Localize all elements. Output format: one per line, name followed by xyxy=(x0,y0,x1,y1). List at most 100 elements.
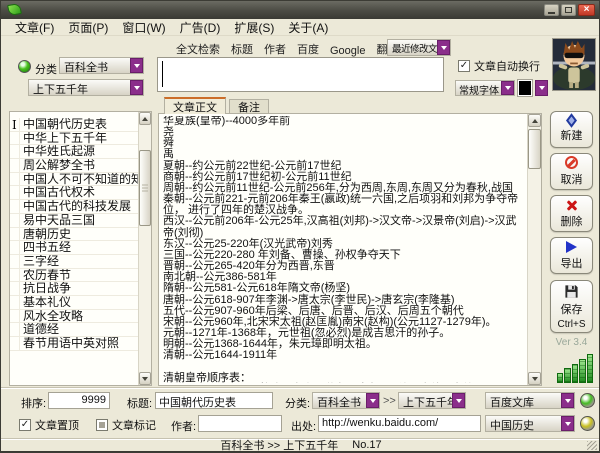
list-item[interactable]: 中华上下五千年 xyxy=(10,132,138,146)
article-body-editor[interactable]: 华夏族(皇帝)--4000多年前 尧 舜 禹 夏朝--约公元前22世纪-公元前1… xyxy=(158,113,542,386)
sort-input[interactable]: 9999 xyxy=(48,392,110,409)
list-scroll-thumb[interactable] xyxy=(139,150,151,226)
app-window: × 文章(F) 页面(P) 窗口(W) 广告(D) 扩展(S) 关于(A) 全文… xyxy=(0,0,600,453)
tab-note[interactable]: 备注 xyxy=(229,99,269,114)
article-list: 中国朝代历史表 中华上下五千年 中华姓氏起源 周公解梦全书 xyxy=(9,111,152,386)
font-dropdown[interactable]: 常规字体 xyxy=(455,80,515,96)
checkbox-checked-icon: ✓ xyxy=(19,419,31,431)
subcategory-dropdown[interactable]: 上下五千年 xyxy=(28,79,144,96)
title-input[interactable]: 中国朝代历史表 xyxy=(155,392,273,409)
article-line: 清朝--公元1644-1911年 xyxy=(163,350,525,361)
article-line: 西汉--公元前206年-公元25年,汉高祖(刘邦)->汉文帝->汉景帝(刘启)-… xyxy=(163,216,525,238)
list-item[interactable]: 中国朝代历史表 xyxy=(10,118,138,132)
app-leaf-icon xyxy=(7,3,22,16)
close-icon: × xyxy=(584,5,590,15)
scroll-up-icon[interactable] xyxy=(528,114,541,127)
title-label: 标题: xyxy=(127,395,152,411)
menu-bar: 文章(F) 页面(P) 窗口(W) 广告(D) 扩展(S) 关于(A) xyxy=(1,19,600,36)
url-input[interactable]: http://wenku.baidu.com/ xyxy=(318,415,481,432)
search-input[interactable] xyxy=(157,57,444,92)
editor-scrollbar[interactable] xyxy=(527,114,541,385)
list-item[interactable]: 中国人不可不知道的知识 xyxy=(10,173,138,187)
list-item[interactable]: 抗日战争 xyxy=(10,282,138,296)
autowrap-checkbox[interactable]: ✓ 文章自动换行 xyxy=(458,58,540,74)
minimize-button[interactable] xyxy=(544,4,559,16)
list-item[interactable]: 风水全攻略 xyxy=(10,310,138,324)
list-item[interactable]: 道德经 xyxy=(10,323,138,337)
list-item[interactable]: 易中天品三国 xyxy=(10,214,138,228)
category-dropdown[interactable]: 百科全书 xyxy=(59,57,144,74)
article-line: 禹 xyxy=(163,149,525,160)
menu-page[interactable]: 页面(P) xyxy=(62,18,114,37)
export-arrow-icon xyxy=(566,241,577,253)
scroll-down-icon[interactable] xyxy=(528,372,541,385)
list-item[interactable]: 四书五经 xyxy=(10,241,138,255)
chevron-down-icon[interactable] xyxy=(437,40,450,55)
menu-extension[interactable]: 扩展(S) xyxy=(228,18,280,37)
chevron-down-icon[interactable] xyxy=(561,393,574,408)
status-number: No.17 xyxy=(352,439,381,451)
list-item[interactable]: 农历春节 xyxy=(10,269,138,283)
tab-article-body[interactable]: 文章正文 xyxy=(164,97,226,114)
chevron-down-icon[interactable] xyxy=(452,393,465,408)
tag-dropdown[interactable]: 中国历史 xyxy=(485,415,575,432)
scroll-down-icon[interactable] xyxy=(139,372,151,385)
path-arrow: >> xyxy=(383,395,396,407)
list-item[interactable]: 周公解梦全书 xyxy=(10,159,138,173)
restore-button[interactable] xyxy=(561,4,576,16)
chevron-down-icon[interactable] xyxy=(130,80,143,95)
menu-window[interactable]: 窗口(W) xyxy=(116,18,171,37)
list-scrollbar[interactable] xyxy=(138,112,151,385)
export-button[interactable]: 导出 xyxy=(550,237,593,274)
list-item[interactable]: 春节用语中英对照 xyxy=(10,337,138,351)
article-line: 秦朝--公元前221-元前206年秦王(嬴政)统一六国,之后项羽和刘邦为争夺帝位… xyxy=(163,194,525,216)
list-item[interactable]: 基本礼仪 xyxy=(10,296,138,310)
close-button[interactable]: × xyxy=(578,4,595,16)
chevron-down-icon[interactable] xyxy=(501,81,514,95)
detail-category-dropdown[interactable]: 百科全书 xyxy=(312,392,380,409)
avatar xyxy=(552,38,596,91)
cancel-button[interactable]: 取消 xyxy=(550,153,593,190)
ibeam-cursor: I xyxy=(12,118,17,132)
new-button[interactable]: 新建 xyxy=(550,111,593,148)
article-line: 舜 xyxy=(163,138,525,149)
delete-button[interactable]: 删除 xyxy=(550,195,593,232)
list-item[interactable]: 唐朝历史 xyxy=(10,228,138,242)
text-caret xyxy=(162,61,163,87)
menu-article[interactable]: 文章(F) xyxy=(9,18,60,37)
pin-checkbox[interactable]: ✓ 文章置顶 xyxy=(19,417,79,433)
font-color-swatch[interactable] xyxy=(518,80,532,96)
chevron-down-icon[interactable] xyxy=(561,416,574,431)
article-line: 隋朝--公元581-公元618年隋文帝(杨坚) xyxy=(163,283,525,294)
article-line: 华夏族(皇帝)--4000多年前 xyxy=(163,116,525,127)
title-bar: × xyxy=(1,1,600,19)
chevron-down-icon[interactable] xyxy=(130,58,143,73)
mark-checkbox[interactable]: 文章标记 xyxy=(96,417,156,433)
save-button[interactable]: 保存 Ctrl+S xyxy=(550,280,593,333)
resize-grip[interactable] xyxy=(587,441,597,450)
version-label: Ver 3.4 xyxy=(550,337,593,348)
source-go-button[interactable] xyxy=(580,393,595,408)
detail-subcategory-dropdown[interactable]: 上下五千年 xyxy=(398,392,466,409)
list-item[interactable]: 中国古代的科技发展 xyxy=(10,200,138,214)
checkbox-checked-icon: ✓ xyxy=(458,60,470,72)
list-item[interactable]: 中华姓氏起源 xyxy=(10,145,138,159)
menu-about[interactable]: 关于(A) xyxy=(282,18,334,37)
tag-go-button[interactable] xyxy=(580,416,595,431)
scroll-up-icon[interactable] xyxy=(139,112,151,125)
author-input[interactable] xyxy=(198,415,282,432)
status-bar: 百科全书 >> 上下五千年 No.17 xyxy=(1,438,600,451)
url-label: 出处: xyxy=(291,418,316,434)
list-item[interactable]: 中国古代权术 xyxy=(10,186,138,200)
editor-scroll-thumb[interactable] xyxy=(528,129,541,169)
source-dropdown[interactable]: 百度文库 xyxy=(485,392,575,409)
chevron-down-icon[interactable] xyxy=(366,393,379,408)
floppy-save-icon xyxy=(564,284,579,299)
sort-label: 排序: xyxy=(21,395,46,411)
signal-bars-icon xyxy=(557,353,593,383)
font-color-dropdown[interactable] xyxy=(535,80,548,96)
list-item[interactable]: 三字经 xyxy=(10,255,138,269)
menu-ad[interactable]: 广告(D) xyxy=(174,18,227,37)
recent-articles-dropdown[interactable]: 最近修改文章 xyxy=(387,39,451,56)
category-radio-icon[interactable] xyxy=(18,60,31,73)
